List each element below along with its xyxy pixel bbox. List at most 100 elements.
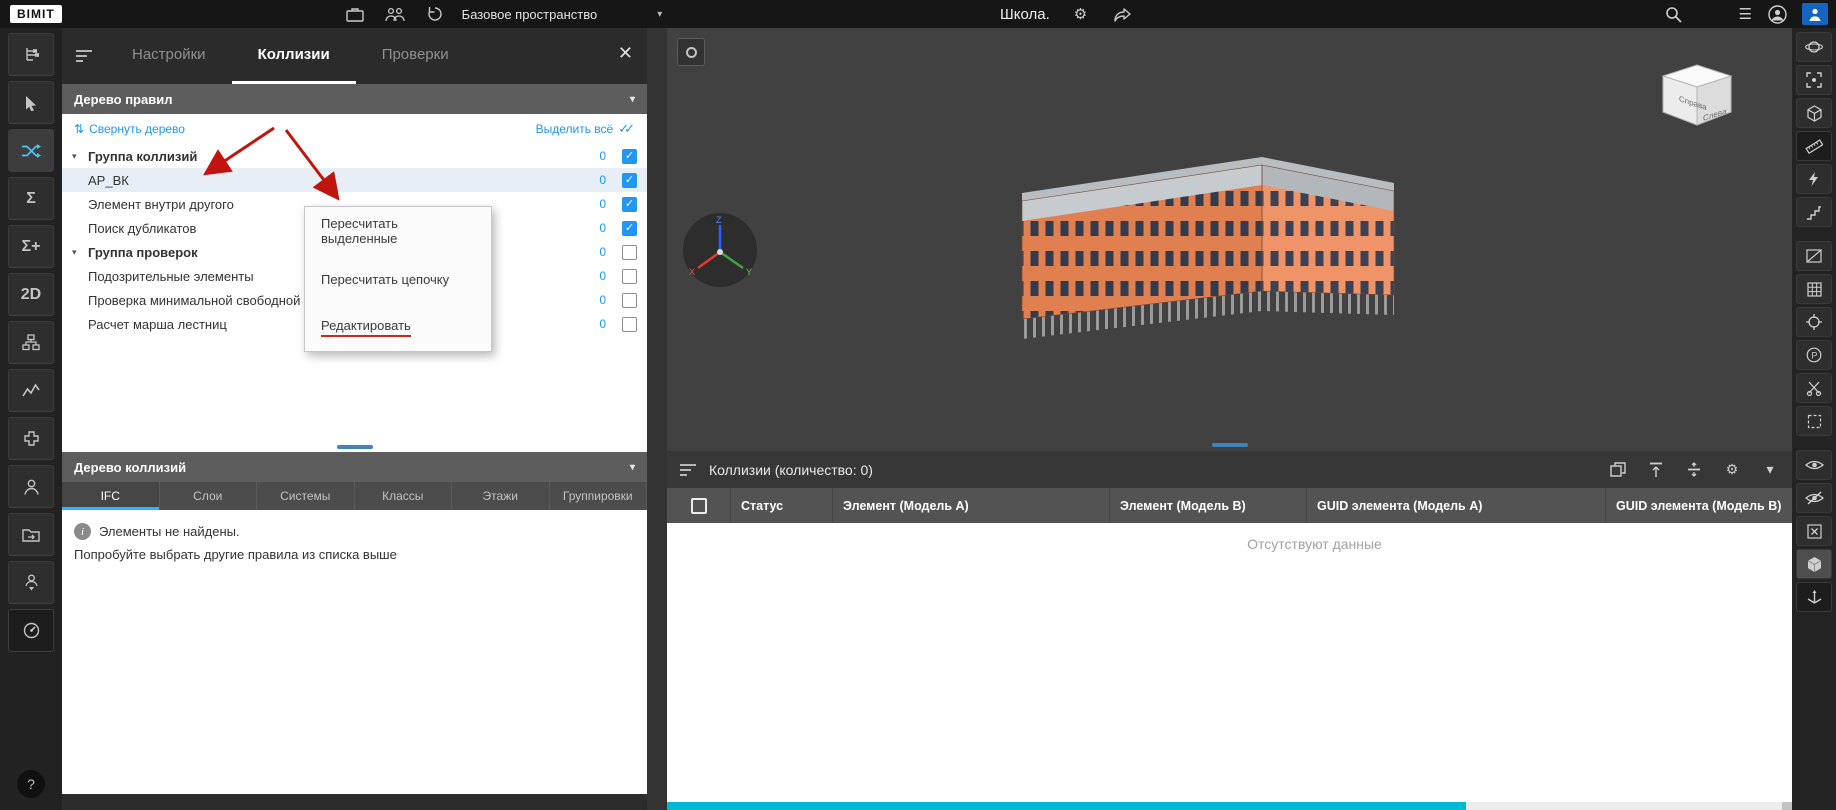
tab-ifc[interactable]: IFC xyxy=(62,482,160,510)
collapse-panel-icon[interactable]: ▾ xyxy=(1760,461,1780,479)
target-icon[interactable] xyxy=(1796,307,1832,337)
tab-classes[interactable]: Классы xyxy=(355,482,453,510)
focus-view-button[interactable] xyxy=(677,38,705,66)
isolate-solid-cube-icon[interactable] xyxy=(1796,549,1832,579)
tree-row[interactable]: ▾ Группа коллизий 0 ✓ xyxy=(62,144,647,168)
filter-icon[interactable] xyxy=(62,28,106,84)
tab-groupings[interactable]: Группировки xyxy=(550,482,648,510)
isolate-cube-icon[interactable] xyxy=(1796,98,1832,128)
measure-icon[interactable] xyxy=(1796,131,1832,161)
user-icon[interactable] xyxy=(8,465,54,508)
workspace-selector[interactable]: Базовое пространство ▾ xyxy=(462,7,663,22)
axis-gizmo[interactable]: Z X Y xyxy=(681,211,759,289)
help-icon[interactable]: ? xyxy=(17,770,45,798)
menu-icon[interactable]: ☰ xyxy=(1739,5,1752,23)
sum-plus-icon[interactable]: Σ+ xyxy=(8,225,54,268)
scrollbar-thumb[interactable] xyxy=(667,802,1466,810)
sync-model-icon[interactable] xyxy=(424,4,446,24)
chevron-down-icon[interactable]: ▾ xyxy=(72,151,88,162)
remove-selection-icon[interactable] xyxy=(1796,516,1832,546)
select-all-checkbox[interactable] xyxy=(691,498,707,514)
navigation-cube[interactable]: Справа Слева xyxy=(1660,62,1734,130)
align-top-icon[interactable] xyxy=(1646,461,1666,479)
column-status[interactable]: Статус xyxy=(731,488,833,523)
select-cursor-icon[interactable] xyxy=(8,81,54,124)
building-model[interactable] xyxy=(1012,123,1412,368)
menu-item-recalc-selected[interactable]: Пересчитать выделенные xyxy=(305,207,491,255)
2d-view-icon[interactable]: 2D xyxy=(8,273,54,316)
rules-tree-title: Дерево правил xyxy=(74,92,172,107)
rules-tree-header[interactable]: Дерево правил ▾ xyxy=(62,84,647,114)
projects-icon[interactable] xyxy=(344,4,366,24)
empty-hint: Попробуйте выбрать другие правила из спи… xyxy=(74,547,635,562)
duplicate-icon[interactable] xyxy=(1608,461,1628,479)
grid-icon[interactable] xyxy=(1796,274,1832,304)
horizontal-scrollbar[interactable] xyxy=(667,802,1792,810)
plan-icon[interactable]: P xyxy=(1796,340,1832,370)
account-circle-icon[interactable] xyxy=(1766,4,1788,24)
viewport-resize-handle[interactable] xyxy=(1212,443,1248,447)
menu-item-edit[interactable]: Редактировать xyxy=(305,303,491,351)
app-logo: BIMIT xyxy=(10,5,62,23)
section-cut-icon[interactable] xyxy=(1796,373,1832,403)
share-icon[interactable] xyxy=(1111,4,1133,24)
3d-viewport[interactable]: Справа Слева Z X Y xyxy=(667,28,1792,451)
search-icon[interactable] xyxy=(1663,4,1685,24)
team-icon[interactable] xyxy=(384,4,406,24)
close-icon[interactable]: ✕ xyxy=(618,43,633,64)
collapse-tree-link[interactable]: ⇅ Свернуть дерево xyxy=(74,122,185,136)
select-all-link[interactable]: Выделить всё ✓✓ xyxy=(536,121,635,137)
column-guid-b[interactable]: GUID элемента (Модель B) xyxy=(1606,488,1792,523)
rule-checkbox[interactable]: ✓ xyxy=(622,173,637,188)
plugins-icon[interactable] xyxy=(8,417,54,460)
tab-systems[interactable]: Системы xyxy=(257,482,355,510)
menu-item-recalc-chain[interactable]: Пересчитать цепочку xyxy=(305,255,491,303)
hide-eye-off-icon[interactable] xyxy=(1796,483,1832,513)
info-icon: i xyxy=(74,523,91,540)
tab-collisions[interactable]: Коллизии xyxy=(232,28,356,84)
filter-icon[interactable] xyxy=(679,463,697,477)
dashboard-icon[interactable] xyxy=(8,609,54,652)
clash-flash-icon[interactable] xyxy=(1796,164,1832,194)
stairs-icon[interactable] xyxy=(1796,197,1832,227)
tree-row[interactable]: АР_ВК 0 ✓ xyxy=(62,168,647,192)
column-element-a[interactable]: Элемент (Модель А) xyxy=(833,488,1110,523)
rule-label: Группа коллизий xyxy=(88,149,599,164)
collisions-panel: Настройки Коллизии Проверки ✕ Дерево пра… xyxy=(62,28,647,810)
collisions-tree-header[interactable]: Дерево коллизий ▾ xyxy=(62,452,647,482)
show-eye-icon[interactable] xyxy=(1796,450,1832,480)
rule-checkbox[interactable] xyxy=(622,293,637,308)
tab-layers[interactable]: Слои xyxy=(160,482,258,510)
rule-checkbox[interactable]: ✓ xyxy=(622,221,637,236)
scheme-icon[interactable] xyxy=(8,321,54,364)
right-toolbar: P xyxy=(1792,28,1836,810)
align-center-icon[interactable] xyxy=(1684,461,1704,479)
model-tree-icon[interactable] xyxy=(8,33,54,76)
clip-box-icon[interactable] xyxy=(1796,406,1832,436)
rule-checkbox[interactable]: ✓ xyxy=(622,149,637,164)
tab-floors[interactable]: Этажи xyxy=(452,482,550,510)
project-settings-icon[interactable]: ⚙ xyxy=(1074,5,1087,23)
sum-icon[interactable]: Σ xyxy=(8,177,54,220)
shared-folder-icon[interactable] xyxy=(8,513,54,556)
rule-checkbox[interactable] xyxy=(622,317,637,332)
axes-3d-icon[interactable] xyxy=(1796,582,1832,612)
tab-settings[interactable]: Настройки xyxy=(106,28,232,84)
settings-icon[interactable]: ⚙ xyxy=(1722,461,1742,479)
panel-resize-handle[interactable] xyxy=(337,445,373,449)
user-location-icon[interactable] xyxy=(8,561,54,604)
fit-view-icon[interactable] xyxy=(1796,65,1832,95)
graph-icon[interactable] xyxy=(8,369,54,412)
column-element-b[interactable]: Элемент (Модель B) xyxy=(1110,488,1307,523)
section-plane-icon[interactable] xyxy=(1796,241,1832,271)
tab-checks[interactable]: Проверки xyxy=(356,28,475,84)
rule-checkbox[interactable]: ✓ xyxy=(622,197,637,212)
orbit-icon[interactable] xyxy=(1796,32,1832,62)
current-user-icon[interactable] xyxy=(1802,3,1828,25)
axis-x-label: X xyxy=(689,267,695,277)
collisions-tool-icon[interactable] xyxy=(8,129,54,172)
chevron-down-icon[interactable]: ▾ xyxy=(72,247,88,258)
column-guid-a[interactable]: GUID элемента (Модель А) xyxy=(1307,488,1606,523)
rule-checkbox[interactable] xyxy=(622,245,637,260)
rule-checkbox[interactable] xyxy=(622,269,637,284)
